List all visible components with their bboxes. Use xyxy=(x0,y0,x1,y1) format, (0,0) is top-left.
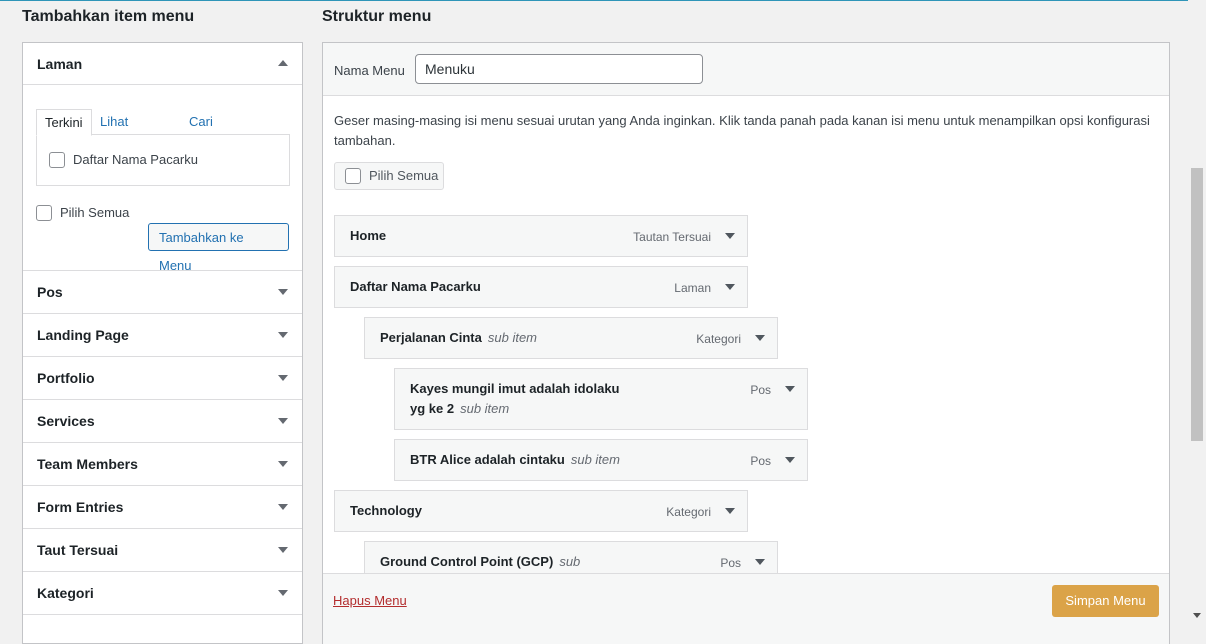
add-to-menu-button[interactable]: Tambahkan ke Menu xyxy=(148,223,289,273)
menu-item-type: Kategori xyxy=(666,505,711,519)
menu-name-label: Nama Menu xyxy=(334,63,405,78)
caret-down-icon[interactable] xyxy=(785,386,795,392)
menu-item-sub-label: sub item xyxy=(460,401,510,416)
menu-item-title-text: Kayes mungil imut adalah idolaku xyxy=(410,381,620,396)
caret-down-icon[interactable] xyxy=(755,335,765,341)
chevron-down-icon xyxy=(278,375,288,381)
caret-down-icon[interactable] xyxy=(755,559,765,565)
accordion-laman-panel: Terkini Lihat Semua Cari Daftar Nama Pac… xyxy=(23,85,302,273)
caret-down-icon[interactable] xyxy=(725,284,735,290)
menu-item-title: Kayes mungil imut adalah idolaku yg ke 2 s… xyxy=(410,379,620,419)
caret-down-icon[interactable] xyxy=(725,233,735,239)
chevron-down-icon xyxy=(278,590,288,596)
menu-item-title-text: Perjalanan Cinta xyxy=(380,330,482,345)
checkbox[interactable] xyxy=(49,151,65,168)
chevron-up-icon xyxy=(278,60,288,66)
chevron-down-icon xyxy=(278,332,288,338)
checkbox[interactable] xyxy=(345,167,361,184)
accordion-label: Team Members xyxy=(37,456,138,472)
tab-panel-terkini: Daftar Nama Pacarku xyxy=(36,134,290,186)
tab-lihat-semua[interactable]: Lihat Semua xyxy=(100,109,141,155)
menu-item-title: BTR Alice adalah cintaku sub item xyxy=(410,450,620,470)
menu-footer: Hapus Menu Simpan Menu xyxy=(323,573,1169,644)
accordion-section-header[interactable]: Landing Page xyxy=(23,314,302,357)
scrollbar-thumb[interactable] xyxy=(1191,168,1203,441)
chevron-down-icon xyxy=(278,289,288,295)
accordion-label: Kategori xyxy=(37,585,94,601)
menu-item-type: Laman xyxy=(674,281,711,295)
chevron-down-icon xyxy=(278,418,288,424)
menu-item-title: Home xyxy=(350,226,386,246)
tab-terkini[interactable]: Terkini xyxy=(36,109,92,136)
menu-item-title: Ground Control Point (GCP) sub xyxy=(380,552,580,572)
menu-item-title: Daftar Nama Pacarku xyxy=(350,277,481,297)
menu-item-title-text: Daftar Nama Pacarku xyxy=(350,279,481,294)
menu-item[interactable]: Ground Control Point (GCP) sub Pos xyxy=(364,541,778,573)
accordion-label: Form Entries xyxy=(37,499,124,515)
menu-name-input[interactable] xyxy=(415,54,703,84)
accordion-section-header[interactable]: Team Members xyxy=(23,443,302,486)
accordion-section-header[interactable]: Form Entries xyxy=(23,486,302,529)
menu-item-title: Technology xyxy=(350,501,422,521)
accordion-label: Pos xyxy=(37,284,63,300)
chevron-down-icon xyxy=(278,461,288,467)
menu-item[interactable]: Daftar Nama Pacarku Laman xyxy=(334,266,748,308)
accordion-label: Landing Page xyxy=(37,327,129,343)
menu-item-type: Kategori xyxy=(696,332,741,346)
add-menu-items-title: Tambahkan item menu xyxy=(22,8,195,25)
accordion-section-header[interactable]: Taut Tersuai xyxy=(23,529,302,572)
menu-items-list: Home Tautan Tersuai Daftar Nama Pacarku Lam… xyxy=(323,193,1169,573)
chevron-down-icon xyxy=(278,547,288,553)
select-all-menu-items[interactable]: Pilih Semua xyxy=(334,162,444,190)
checkbox[interactable] xyxy=(36,204,52,221)
menu-items-accordion: Laman Terkini Lihat Semua Cari Daftar Na… xyxy=(22,42,303,644)
menu-item-type: Tautan Tersuai xyxy=(633,230,711,244)
menu-item-title-text: Home xyxy=(350,228,387,243)
menu-item-sub-label: sub item xyxy=(570,452,620,467)
menu-item-type: Pos xyxy=(750,383,771,397)
top-accent-line xyxy=(0,0,1188,1)
menu-item[interactable]: Technology Kategori xyxy=(334,490,748,532)
accordion-section-header[interactable]: Portfolio xyxy=(23,357,302,400)
accordion-label: Laman xyxy=(37,56,83,72)
menu-item-title: Perjalanan Cinta sub item xyxy=(380,328,537,348)
accordion-label: Taut Tersuai xyxy=(37,542,119,558)
caret-down-icon[interactable] xyxy=(785,457,795,463)
menu-item-title-text: BTR Alice adalah cintaku xyxy=(410,452,565,467)
menu-name-bar: Nama Menu xyxy=(323,43,1169,96)
menu-item-sub-label: sub item xyxy=(487,330,538,345)
menu-item-title-text: Technology xyxy=(350,503,422,518)
menu-instructions: Geser masing-masing isi menu sesuai urut… xyxy=(334,113,1150,148)
accordion-section-header[interactable]: Pos xyxy=(23,271,302,314)
save-menu-button[interactable]: Simpan Menu xyxy=(1052,585,1159,617)
menu-structure-title: Struktur menu xyxy=(322,8,432,25)
menu-item-type: Pos xyxy=(720,556,741,570)
menu-item-title-text: Ground Control Point (GCP) xyxy=(380,554,554,569)
accordion-sections: Pos Landing Page Portfolio Services Team Mem… xyxy=(23,271,302,615)
menu-item[interactable]: Home Tautan Tersuai xyxy=(334,215,748,257)
menu-item[interactable]: Perjalanan Cinta sub item Kategori xyxy=(364,317,778,359)
chevron-down-icon xyxy=(278,504,288,510)
accordion-label: Portfolio xyxy=(37,370,95,386)
menu-item-type: Pos xyxy=(750,454,771,468)
menu-item[interactable]: BTR Alice adalah cintaku sub item Pos xyxy=(394,439,808,481)
select-all-label: Pilih Semua xyxy=(60,205,130,220)
menu-item-sub-label: sub xyxy=(559,554,581,569)
caret-down-icon[interactable] xyxy=(725,508,735,514)
tab-cari[interactable]: Cari xyxy=(189,109,213,135)
scroll-down-arrow-icon[interactable] xyxy=(1193,613,1201,618)
menu-item[interactable]: Kayes mungil imut adalah idolaku yg ke 2 s… xyxy=(394,368,808,430)
accordion-laman-header[interactable]: Laman xyxy=(23,43,302,85)
select-all-label: Pilih Semua xyxy=(369,168,439,183)
menu-item-title-text: yg ke 2 xyxy=(410,401,455,416)
accordion-section-header[interactable]: Kategori xyxy=(23,572,302,615)
menu-structure-panel: Nama Menu Geser masing-masing isi menu s… xyxy=(322,42,1170,644)
laman-item-label: Daftar Nama Pacarku xyxy=(73,152,198,167)
select-all-checkbox-row[interactable]: Pilih Semua xyxy=(36,204,130,222)
accordion-label: Services xyxy=(37,413,95,429)
accordion-section-header[interactable]: Services xyxy=(23,400,302,443)
delete-menu-link[interactable]: Hapus Menu xyxy=(333,593,407,608)
laman-item-checkbox-row[interactable]: Daftar Nama Pacarku xyxy=(49,151,198,169)
